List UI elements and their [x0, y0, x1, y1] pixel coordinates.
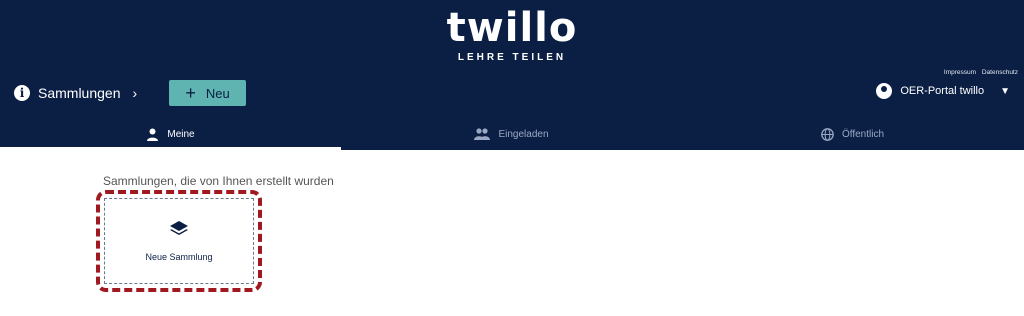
plus-icon: +	[185, 83, 196, 103]
layers-icon	[170, 221, 188, 235]
datenschutz-link[interactable]: Datenschutz	[982, 69, 1018, 76]
portal-label: OER-Portal twillo	[900, 85, 985, 97]
tab-oeffentlich[interactable]: Öffentlich	[682, 118, 1023, 150]
avatar	[876, 83, 893, 99]
info-icon: i	[14, 85, 30, 101]
tab-label: Öffentlich	[841, 128, 885, 140]
tab-eingeladen[interactable]: Eingeladen	[341, 118, 682, 150]
logo-tagline: LEHRE TEILEN	[457, 52, 567, 63]
chevron-down-icon: ▼	[1000, 85, 1010, 97]
section-title: Sammlungen, die von Ihnen erstellt wurde…	[103, 174, 334, 188]
collections-label: Sammlungen	[38, 85, 121, 101]
chevron-right-icon: ›	[132, 85, 138, 101]
tab-label: Eingeladen	[498, 128, 549, 140]
logo[interactable]: twillo LEHRE TEILEN	[0, 6, 1024, 63]
new-button-label: Neu	[205, 85, 230, 101]
new-button[interactable]: + Neu	[169, 80, 246, 106]
highlight-frame: Neue Sammlung	[96, 190, 262, 292]
collections-menu-button[interactable]: i Sammlungen ›	[14, 82, 137, 104]
person-icon	[147, 128, 159, 141]
top-header: twillo LEHRE TEILEN Impressum Datenschut…	[0, 0, 1024, 150]
impressum-link[interactable]: Impressum	[944, 69, 976, 76]
meta-links: Impressum Datenschutz	[940, 69, 1018, 76]
tab-meine[interactable]: Meine	[0, 118, 341, 150]
tab-bar: Meine Eingeladen Öffentlich	[0, 118, 1024, 150]
portal-menu[interactable]: OER-Portal twillo ▼	[876, 83, 1010, 99]
group-icon	[474, 128, 491, 140]
globe-icon	[821, 127, 834, 141]
new-collection-label: Neue Sammlung	[145, 252, 213, 262]
new-collection-card[interactable]: Neue Sammlung	[104, 198, 254, 284]
logo-text: twillo	[446, 5, 578, 51]
tab-label: Meine	[167, 128, 195, 140]
